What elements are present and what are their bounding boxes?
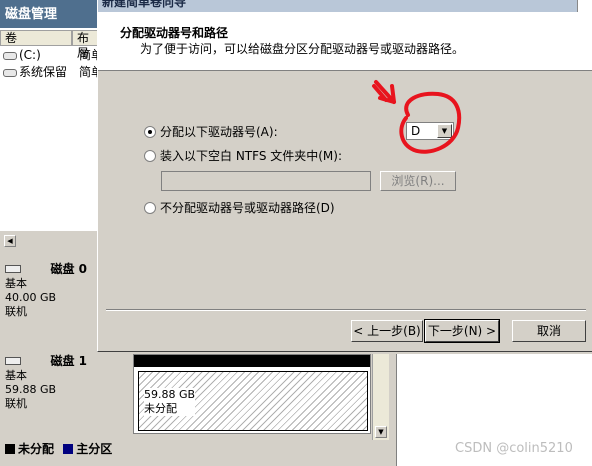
new-simple-volume-wizard: 新建简单卷向导 分配驱动器号和路径 为了便于访问，可以给磁盘分区分配驱动器号或驱… (97, 0, 592, 352)
unallocated-partition[interactable]: 59.88 GB 未分配 (138, 371, 368, 431)
scroll-down-icon[interactable]: ▼ (375, 426, 387, 438)
unallocated-legend-swatch (5, 444, 15, 454)
scroll-left-icon[interactable]: ◀ (4, 235, 16, 247)
radio-selected-icon[interactable] (144, 126, 156, 138)
option-label: 分配以下驱动器号(A): (160, 125, 278, 139)
disk-0-info[interactable]: 磁盘 0 基本 40.00 GB 联机 (5, 262, 96, 332)
option-label: 不分配驱动器号或驱动器路径(D) (160, 201, 335, 215)
partition-status: 未分配 (144, 402, 177, 415)
divider (106, 309, 586, 311)
drive-icon (3, 51, 17, 60)
wizard-title: 新建简单卷向导 (102, 0, 187, 9)
folder-path-input[interactable] (161, 171, 371, 191)
radio-unselected-icon[interactable] (144, 202, 156, 214)
column-header-layout[interactable]: 布局 (72, 30, 100, 60)
disk-1-info[interactable]: 磁盘 1 基本 59.88 GB 联机 (5, 354, 96, 424)
disk-icon (5, 265, 21, 273)
drive-icon (3, 68, 17, 77)
legend-unallocated: 未分配 (18, 442, 55, 456)
disk-1-partition-map: 59.88 GB 未分配 (133, 354, 371, 434)
column-header-volume[interactable]: 卷 (0, 30, 72, 46)
volume-row[interactable]: (C:) (0, 47, 41, 63)
page-subtitle: 为了便于访问，可以给磁盘分区分配驱动器号或驱动器路径。 (140, 42, 465, 56)
page-title: 分配驱动器号和路径 (120, 26, 229, 40)
disk-management-title: 磁盘管理 (0, 0, 100, 28)
disk-name: 磁盘 0 (50, 262, 88, 276)
disk-icon (5, 357, 21, 365)
primary-legend-swatch (63, 444, 74, 454)
back-button[interactable]: < 上一步(B) (351, 320, 423, 342)
disk-type: 基本 (5, 277, 27, 290)
legend-primary: 主分区 (76, 442, 113, 456)
cancel-button[interactable]: 取消 (512, 320, 586, 342)
volume-name: 系统保留 (19, 65, 68, 79)
disk-status: 联机 (5, 397, 27, 410)
unallocated-bar (134, 355, 370, 367)
volume-name: (C:) (19, 48, 41, 62)
drive-letter-select[interactable]: D ▼ (406, 122, 454, 140)
wizard-header: 分配驱动器号和路径 为了便于访问，可以给磁盘分区分配驱动器号或驱动器路径。 (98, 12, 592, 71)
legend: 未分配 主分区 (0, 438, 380, 460)
volume-row[interactable]: 系统保留 (0, 64, 67, 80)
next-button[interactable]: 下一步(N) > (424, 319, 500, 343)
browse-button[interactable]: 浏览(R)... (380, 171, 456, 191)
disk-size: 40.00 GB (5, 291, 57, 304)
disk-status: 联机 (5, 305, 27, 318)
no-drive-letter-option[interactable]: 不分配驱动器号或驱动器路径(D) (144, 200, 335, 216)
partition-size: 59.88 GB (144, 388, 196, 401)
assign-drive-letter-option[interactable]: 分配以下驱动器号(A): (144, 124, 278, 140)
disk-name: 磁盘 1 (50, 354, 88, 368)
drive-letter-value: D (411, 124, 421, 138)
disk-size: 59.88 GB (5, 383, 57, 396)
radio-unselected-icon[interactable] (144, 150, 156, 162)
list-scrollbar[interactable]: ◀ (0, 231, 100, 253)
option-label: 装入以下空白 NTFS 文件夹中(M): (160, 149, 343, 163)
disk-view-scrollbar[interactable]: ▼ (372, 354, 389, 440)
disk-type: 基本 (5, 369, 27, 382)
watermark: CSDN @colin5210 (455, 441, 573, 456)
close-icon[interactable] (577, 0, 592, 12)
mount-folder-option[interactable]: 装入以下空白 NTFS 文件夹中(M): (144, 148, 342, 164)
wizard-titlebar[interactable]: 新建简单卷向导 (98, 0, 592, 12)
volume-list: 卷 布局 (C:) 简单 系统保留 简单 (0, 28, 103, 231)
chevron-down-icon[interactable]: ▼ (437, 124, 452, 138)
